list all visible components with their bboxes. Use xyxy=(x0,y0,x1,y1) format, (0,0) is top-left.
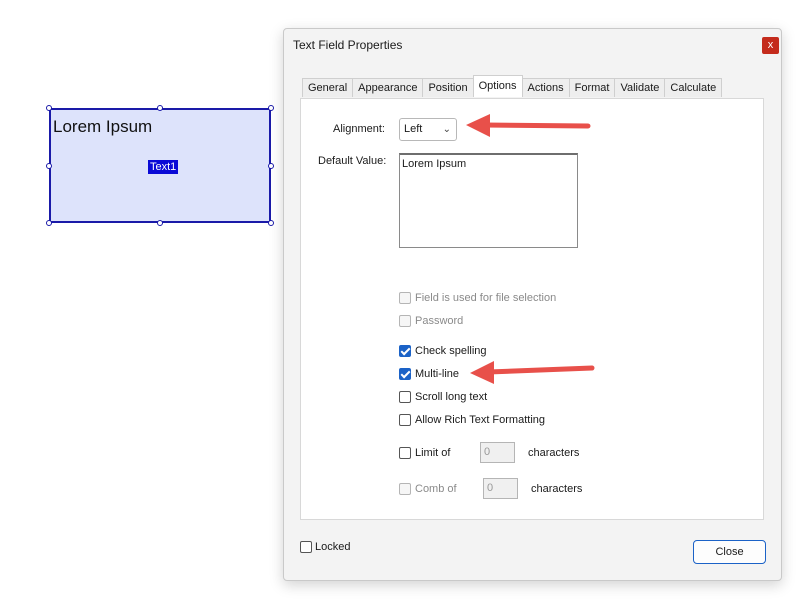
annotation-arrow-alignment xyxy=(466,114,591,137)
limit-checkbox[interactable] xyxy=(399,447,411,459)
file-selection-label: Field is used for file selection xyxy=(415,292,557,304)
comb-checkbox[interactable] xyxy=(399,483,411,495)
alignment-value: Left xyxy=(404,123,423,135)
limit-suffix: characters xyxy=(528,447,580,459)
alignment-label: Alignment: xyxy=(333,123,385,135)
alignment-select[interactable]: Left ⌄ xyxy=(399,118,457,141)
multi-line-checkbox[interactable] xyxy=(399,368,411,380)
tab-options[interactable]: Options xyxy=(472,75,523,97)
tab-position[interactable]: Position xyxy=(422,78,474,97)
default-value-label: Default Value: xyxy=(318,155,387,167)
locked-label: Locked xyxy=(315,541,351,553)
resize-handle-mid-left[interactable] xyxy=(46,163,52,169)
resize-handle-top-left[interactable] xyxy=(46,105,52,111)
close-button[interactable]: Close xyxy=(693,540,766,564)
resize-handle-top-right[interactable] xyxy=(268,105,274,111)
tab-general[interactable]: General xyxy=(302,78,354,97)
scroll-long-text-label: Scroll long text xyxy=(415,391,488,403)
close-icon[interactable]: x xyxy=(762,37,779,54)
tab-appearance[interactable]: Appearance xyxy=(352,78,424,97)
dialog-title: Text Field Properties xyxy=(293,38,403,52)
comb-suffix: characters xyxy=(531,483,583,495)
annotation-arrow-multiline xyxy=(470,361,595,384)
comb-label: Comb of xyxy=(415,483,457,495)
password-label: Password xyxy=(415,315,464,327)
limit-label: Limit of xyxy=(415,447,451,459)
field-value-text: Lorem Ipsum xyxy=(53,117,153,136)
resize-handle-bottom-right[interactable] xyxy=(268,220,274,226)
resize-handle-mid-right[interactable] xyxy=(268,163,274,169)
resize-handle-bottom-mid[interactable] xyxy=(157,220,163,226)
field-name-tag: Text1 xyxy=(148,160,179,174)
resize-handle-bottom-left[interactable] xyxy=(46,220,52,226)
chevron-down-icon: ⌄ xyxy=(442,124,451,135)
tab-format[interactable]: Format xyxy=(568,78,616,97)
limit-input[interactable]: 0 xyxy=(480,442,515,463)
scroll-long-text-checkbox[interactable] xyxy=(399,391,411,403)
check-spelling-checkbox[interactable] xyxy=(399,345,411,357)
rich-text-label: Allow Rich Text Formatting xyxy=(415,414,546,426)
resize-handle-top-mid[interactable] xyxy=(157,105,163,111)
password-checkbox[interactable] xyxy=(399,315,411,327)
tab-calculate[interactable]: Calculate xyxy=(664,78,723,97)
text-field-widget[interactable]: Lorem Ipsum Text1 xyxy=(49,108,271,223)
locked-checkbox[interactable] xyxy=(300,541,312,553)
rich-text-checkbox[interactable] xyxy=(399,414,411,426)
file-selection-checkbox[interactable] xyxy=(399,292,411,304)
default-value-textarea[interactable]: Lorem Ipsum xyxy=(399,153,578,248)
comb-input[interactable]: 0 xyxy=(483,478,518,499)
tab-validate[interactable]: Validate xyxy=(614,78,666,97)
tab-actions[interactable]: Actions xyxy=(521,78,570,97)
tab-bar: General Appearance Position Options Acti… xyxy=(302,75,723,98)
multi-line-label: Multi-line xyxy=(415,368,460,380)
